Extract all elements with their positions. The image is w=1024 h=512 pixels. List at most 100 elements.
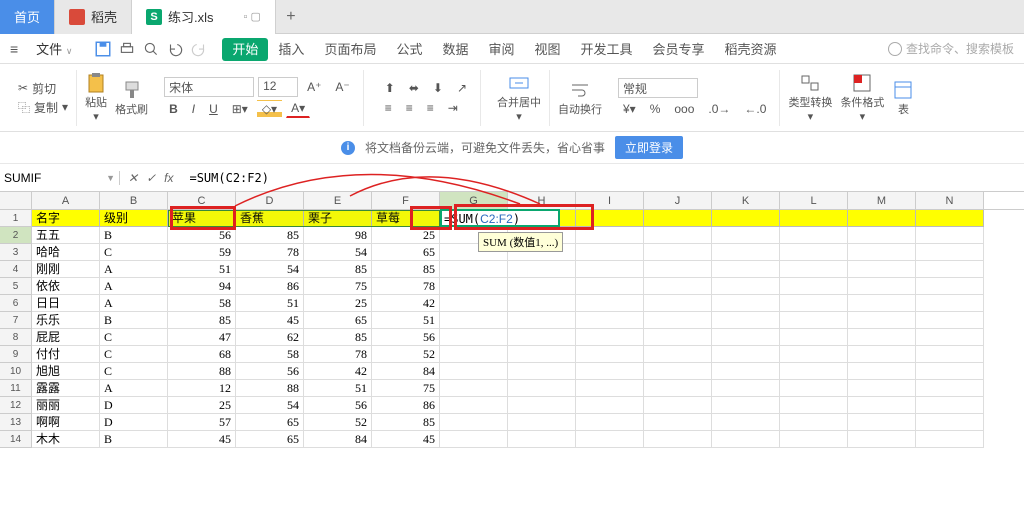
cell-M5[interactable]	[848, 278, 916, 295]
row-header-3[interactable]: 3	[0, 244, 32, 261]
cancel-formula-icon[interactable]: ✕	[128, 171, 138, 185]
cell-N6[interactable]	[916, 295, 984, 312]
cell-M4[interactable]	[848, 261, 916, 278]
cell-I12[interactable]	[576, 397, 644, 414]
cell-H13[interactable]	[508, 414, 576, 431]
cell-M14[interactable]	[848, 431, 916, 448]
row-header-6[interactable]: 6	[0, 295, 32, 312]
col-header-G[interactable]: G	[440, 192, 508, 209]
cell-L9[interactable]	[780, 346, 848, 363]
cell-C4[interactable]: 51	[168, 261, 236, 278]
cell-F14[interactable]: 45	[372, 431, 440, 448]
cell-N4[interactable]	[916, 261, 984, 278]
cell-J6[interactable]	[644, 295, 712, 312]
cell-F3[interactable]: 65	[372, 244, 440, 261]
cell-K8[interactable]	[712, 329, 780, 346]
cell-H14[interactable]	[508, 431, 576, 448]
cell-F13[interactable]: 85	[372, 414, 440, 431]
preview-icon[interactable]	[142, 40, 160, 58]
menu-页面布局[interactable]: 页面布局	[314, 38, 386, 61]
cell-I8[interactable]	[576, 329, 644, 346]
cell-M1[interactable]	[848, 210, 916, 227]
table-style-button[interactable]: 表	[892, 79, 914, 117]
cell-H11[interactable]	[508, 380, 576, 397]
cell-N14[interactable]	[916, 431, 984, 448]
cell-C6[interactable]: 58	[168, 295, 236, 312]
cell-B12[interactable]: D	[100, 397, 168, 414]
cell-N5[interactable]	[916, 278, 984, 295]
cell-E10[interactable]: 42	[304, 363, 372, 380]
cell-G9[interactable]	[440, 346, 508, 363]
cell-C7[interactable]: 85	[168, 312, 236, 329]
cell-B5[interactable]: A	[100, 278, 168, 295]
cell-M7[interactable]	[848, 312, 916, 329]
cell-C5[interactable]: 94	[168, 278, 236, 295]
cell-K1[interactable]	[712, 210, 780, 227]
cell-F9[interactable]: 52	[372, 346, 440, 363]
cell-K13[interactable]	[712, 414, 780, 431]
col-header-D[interactable]: D	[236, 192, 304, 209]
cell-K11[interactable]	[712, 380, 780, 397]
cell-L8[interactable]	[780, 329, 848, 346]
formula-input[interactable]: =SUM(C2:F2)	[181, 171, 1024, 185]
row-header-11[interactable]: 11	[0, 380, 32, 397]
cell-N9[interactable]	[916, 346, 984, 363]
cell-G14[interactable]	[440, 431, 508, 448]
increase-decimal-icon[interactable]: .0→	[703, 100, 735, 118]
col-header-F[interactable]: F	[372, 192, 440, 209]
cell-L10[interactable]	[780, 363, 848, 380]
cell-D9[interactable]: 58	[236, 346, 304, 363]
cell-B10[interactable]: C	[100, 363, 168, 380]
cell-N11[interactable]	[916, 380, 984, 397]
cell-B3[interactable]: C	[100, 244, 168, 261]
cell-B1[interactable]: 级别	[100, 210, 168, 227]
cell-M2[interactable]	[848, 227, 916, 244]
cell-D5[interactable]: 86	[236, 278, 304, 295]
cell-M3[interactable]	[848, 244, 916, 261]
border-button[interactable]: ⊞▾	[227, 100, 253, 118]
cell-I1[interactable]	[576, 210, 644, 227]
percent-icon[interactable]: %	[645, 100, 666, 118]
cell-C3[interactable]: 59	[168, 244, 236, 261]
col-header-M[interactable]: M	[848, 192, 916, 209]
row-header-9[interactable]: 9	[0, 346, 32, 363]
cell-A11[interactable]: 露露	[32, 380, 100, 397]
cell-M9[interactable]	[848, 346, 916, 363]
row-header-14[interactable]: 14	[0, 431, 32, 448]
menu-插入[interactable]: 插入	[268, 38, 314, 61]
cell-A4[interactable]: 刚刚	[32, 261, 100, 278]
cell-A13[interactable]: 啊啊	[32, 414, 100, 431]
cell-K5[interactable]	[712, 278, 780, 295]
cell-G13[interactable]	[440, 414, 508, 431]
cell-E6[interactable]: 25	[304, 295, 372, 312]
cell-E8[interactable]: 85	[304, 329, 372, 346]
font-size-select[interactable]: 12	[258, 77, 298, 97]
underline-button[interactable]: U	[204, 100, 223, 118]
cell-L14[interactable]	[780, 431, 848, 448]
menu-稻壳资源[interactable]: 稻壳资源	[715, 38, 787, 61]
cell-F4[interactable]: 85	[372, 261, 440, 278]
cell-N13[interactable]	[916, 414, 984, 431]
cell-J3[interactable]	[644, 244, 712, 261]
cell-D7[interactable]: 45	[236, 312, 304, 329]
align-bottom-icon[interactable]: ⬇	[428, 79, 448, 97]
cell-N2[interactable]	[916, 227, 984, 244]
type-convert-button[interactable]: 类型转换▾	[788, 72, 832, 123]
increase-font-icon[interactable]: A⁺	[302, 78, 326, 96]
cell-F5[interactable]: 78	[372, 278, 440, 295]
cell-D12[interactable]: 54	[236, 397, 304, 414]
cell-F11[interactable]: 75	[372, 380, 440, 397]
cell-F1[interactable]: 草莓	[372, 210, 440, 227]
cell-K3[interactable]	[712, 244, 780, 261]
cell-I13[interactable]	[576, 414, 644, 431]
row-header-13[interactable]: 13	[0, 414, 32, 431]
menu-公式[interactable]: 公式	[386, 38, 432, 61]
cell-J11[interactable]	[644, 380, 712, 397]
col-header-J[interactable]: J	[644, 192, 712, 209]
cell-N8[interactable]	[916, 329, 984, 346]
cell-F12[interactable]: 86	[372, 397, 440, 414]
col-header-A[interactable]: A	[32, 192, 100, 209]
row-header-1[interactable]: 1	[0, 210, 32, 227]
menu-开始[interactable]: 开始	[222, 38, 268, 61]
cell-C1[interactable]: 苹果	[168, 210, 236, 227]
